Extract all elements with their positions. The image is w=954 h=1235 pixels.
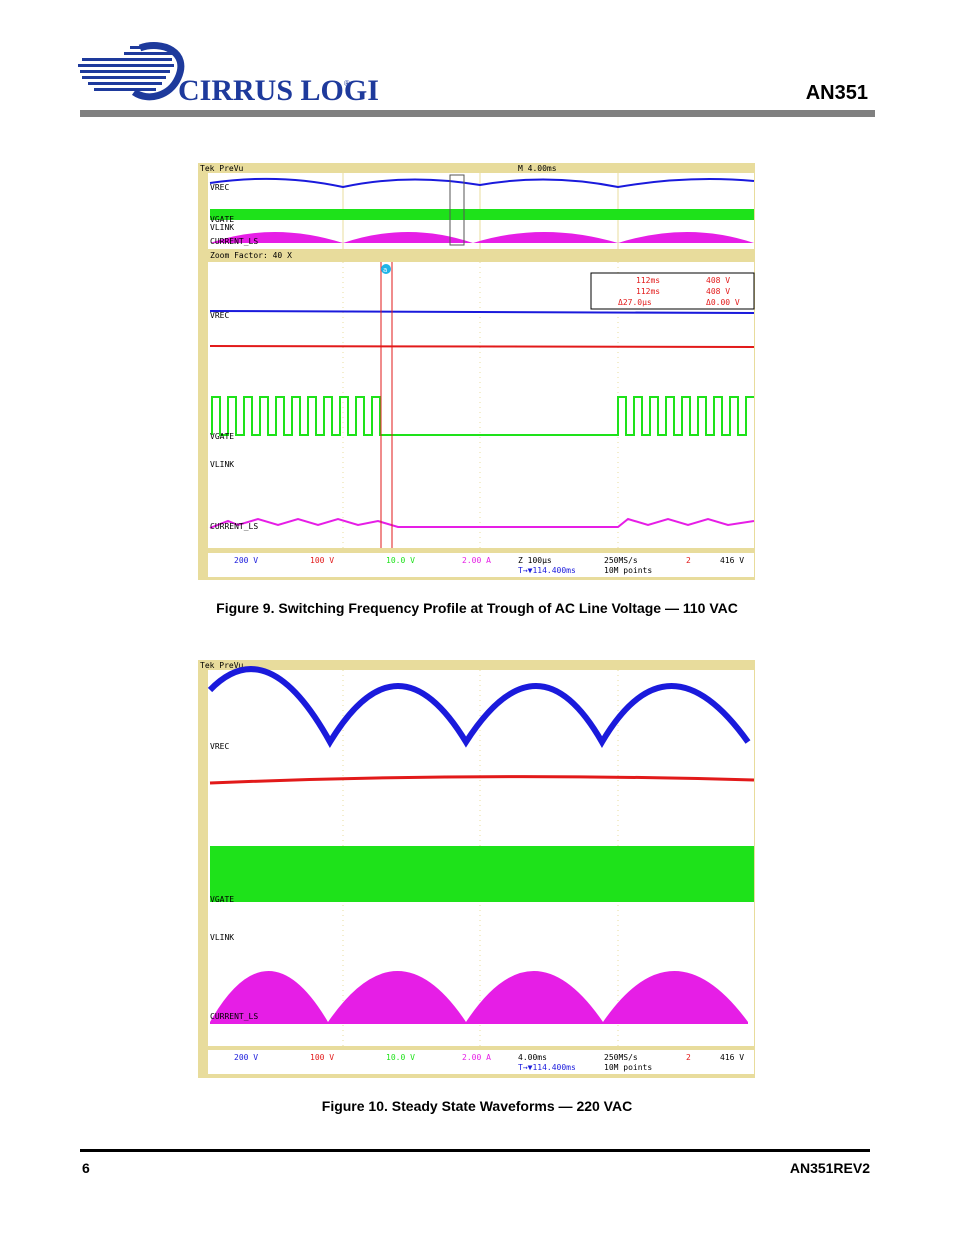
status-delay: T→▼114.400ms bbox=[518, 566, 576, 575]
status-points: 10M points bbox=[604, 1063, 652, 1072]
status-trigger-channel: 2 bbox=[686, 556, 691, 565]
channel-label-vrec-zoom: VREC bbox=[210, 311, 229, 320]
status-ch2-scale: 100 V bbox=[310, 1053, 334, 1062]
document-revision: AN351REV2 bbox=[789, 1160, 870, 1176]
cirrus-logic-logo: CIRRUS LOGIC ® bbox=[78, 42, 401, 112]
footer-rule bbox=[80, 1149, 870, 1152]
readout-volt-a: 408 V bbox=[706, 276, 730, 285]
status-timebase: 4.00ms bbox=[518, 1053, 547, 1062]
channel-label-vlink: VLINK bbox=[210, 933, 234, 942]
figure10-caption: Figure 10. Steady State Waveforms — 220 … bbox=[321, 1098, 633, 1114]
figure9-caption: Figure 9. Switching Frequency Profile at… bbox=[216, 600, 738, 616]
readout-volt-b: 408 V bbox=[706, 287, 730, 296]
channel-label-vgate-zoom: VGATE bbox=[210, 432, 234, 441]
channel-label-vlink: VLINK bbox=[210, 223, 234, 232]
cursor-label: a bbox=[383, 266, 387, 274]
figure10-scope-screen: Tek PreVu VREC VGATE VLINK CURRENT_LS 20… bbox=[198, 660, 755, 1078]
channel-label-current-zoom: CURRENT_LS bbox=[210, 522, 258, 531]
channel-label-vgate: VGATE bbox=[210, 895, 234, 904]
channel-label-vlink-zoom: VLINK bbox=[210, 460, 234, 469]
status-rate: 250MS/s bbox=[604, 1053, 638, 1062]
document-id: AN351 bbox=[805, 82, 868, 104]
header-rule bbox=[80, 110, 875, 117]
timebase-label: M 4.00ms bbox=[518, 164, 557, 173]
page-number: 6 bbox=[82, 1160, 90, 1176]
status-ch3-scale: 10.0 V bbox=[386, 556, 415, 565]
channel-label-vrec: VREC bbox=[210, 183, 229, 192]
svg-text:®: ® bbox=[344, 79, 350, 88]
status-ch1-scale: 200 V bbox=[234, 556, 258, 565]
zoom-factor-label: Zoom Factor: 40 X bbox=[210, 251, 292, 260]
status-trigger-channel: 2 bbox=[686, 1053, 691, 1062]
status-rate: 250MS/s bbox=[604, 556, 638, 565]
channel-label-current: CURRENT_LS bbox=[210, 237, 258, 246]
status-delay: T→▼114.400ms bbox=[518, 1063, 576, 1072]
readout-delta-time: Δ27.0µs bbox=[618, 298, 652, 307]
figure9-scope-screen: Tek PreVu M 4.00ms Zoom Factor: 40 X VRE… bbox=[198, 163, 755, 580]
status-zoom: Z 100µs bbox=[518, 556, 552, 565]
status-trigger-level: 416 V bbox=[720, 556, 744, 565]
status-points: 10M points bbox=[604, 566, 652, 575]
status-ch2-scale: 100 V bbox=[310, 556, 334, 565]
status-trigger-level: 416 V bbox=[720, 1053, 744, 1062]
readout-time-a: 112ms bbox=[636, 276, 660, 285]
readout-delta-volt: Δ0.00 V bbox=[706, 298, 740, 307]
status-ch4-scale: 2.00 A bbox=[462, 1053, 491, 1062]
scope-header: Tek PreVu bbox=[200, 164, 244, 173]
status-ch1-scale: 200 V bbox=[234, 1053, 258, 1062]
status-ch4-scale: 2.00 A bbox=[462, 556, 491, 565]
readout-time-b: 112ms bbox=[636, 287, 660, 296]
status-ch3-scale: 10.0 V bbox=[386, 1053, 415, 1062]
channel-label-vrec: VREC bbox=[210, 742, 229, 751]
channel-label-current: CURRENT_LS bbox=[210, 1012, 258, 1021]
